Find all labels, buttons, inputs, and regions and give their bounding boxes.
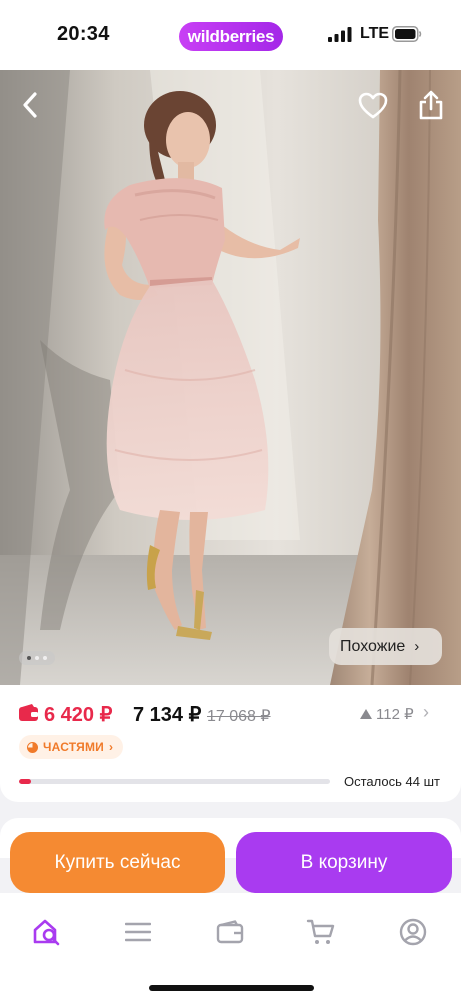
pagination-dot	[43, 656, 47, 660]
menu-icon	[125, 922, 151, 942]
pagination-dot	[35, 656, 39, 660]
tab-wallet[interactable]	[215, 917, 245, 947]
tab-home[interactable]	[32, 917, 62, 947]
battery-icon	[392, 26, 422, 42]
cart-icon	[306, 919, 335, 944]
stock-remaining: Осталось 44 шт	[344, 774, 440, 789]
wallet-icon	[19, 704, 38, 721]
share-button[interactable]	[414, 86, 448, 124]
signal-icon	[328, 27, 352, 42]
product-image	[0, 70, 461, 685]
wallet-icon	[216, 920, 244, 944]
installment-label: ЧАСТЯМИ	[43, 740, 104, 754]
buy-now-button[interactable]: Купить сейчас	[10, 832, 225, 893]
status-bar: 20:34 wildberries LTE	[0, 0, 461, 70]
profile-icon	[399, 918, 427, 946]
favorite-button[interactable]	[355, 88, 391, 124]
price-history-value: 112 ₽	[376, 706, 414, 723]
tab-profile[interactable]	[398, 917, 428, 947]
product-photo[interactable]: Похожие ›	[0, 70, 461, 685]
heart-icon	[358, 92, 388, 119]
photo-pagination	[19, 651, 55, 665]
similar-label: Похожие	[340, 637, 406, 655]
status-time: 20:34	[57, 23, 110, 45]
add-to-cart-button[interactable]: В корзину	[236, 832, 452, 893]
current-price: 7 134 ₽	[133, 704, 202, 726]
similar-button[interactable]: Похожие ›	[329, 628, 442, 665]
price-history[interactable]: 112 ₽	[360, 705, 414, 723]
share-icon	[419, 90, 443, 120]
chevron-right-icon: ›	[108, 740, 114, 754]
network-label: LTE	[360, 25, 390, 42]
chevron-right-icon[interactable]: ›	[423, 702, 429, 723]
tab-cart[interactable]	[306, 917, 336, 947]
installment-badge[interactable]: ЧАСТЯМИ ›	[19, 735, 124, 759]
pie-icon	[27, 741, 38, 753]
back-button[interactable]	[14, 88, 48, 122]
pagination-dot-active	[27, 656, 31, 660]
tab-bar	[0, 893, 461, 1000]
brand-logo: wildberries	[179, 22, 283, 51]
old-price: 17 068 ₽	[207, 708, 271, 725]
triangle-up-icon	[360, 709, 372, 719]
home-search-icon	[33, 919, 60, 946]
stock-progress-bar	[19, 779, 330, 784]
back-arrow-icon	[23, 92, 37, 118]
price-card: 6 420 ₽ 7 134 ₽ 17 068 ₽ 112 ₽ › ЧАСТЯМИ…	[0, 685, 461, 802]
home-indicator	[149, 985, 314, 991]
stock-progress-fill	[19, 779, 32, 784]
tab-catalog[interactable]	[123, 917, 153, 947]
wallet-price: 6 420 ₽	[44, 704, 113, 726]
chevron-right-icon: ›	[414, 638, 420, 655]
